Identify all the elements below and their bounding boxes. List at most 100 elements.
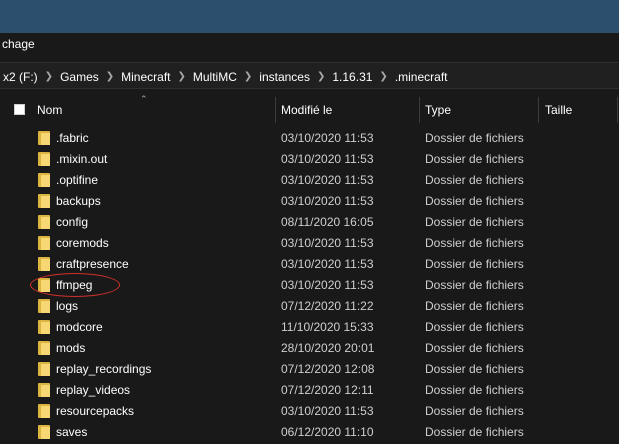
file-modified: 06/12/2020 11:10 — [281, 425, 374, 439]
file-modified: 07/12/2020 11:22 — [281, 299, 374, 313]
address-bar[interactable]: x2 (F:) ❯ Games ❯ Minecraft ❯ MultiMC ❯ … — [0, 62, 619, 89]
file-modified: 03/10/2020 11:53 — [281, 131, 374, 145]
file-modified: 03/10/2020 11:53 — [281, 194, 374, 208]
folder-icon — [38, 152, 50, 166]
breadcrumb-item-instances[interactable]: instances — [256, 70, 313, 84]
file-row[interactable]: replay_recordings 07/12/2020 12:08 Dossier… — [0, 359, 619, 380]
folder-icon — [38, 341, 50, 355]
breadcrumb-item-minecraft[interactable]: Minecraft — [118, 70, 173, 84]
file-type: Dossier de fichiers — [425, 236, 524, 250]
file-row[interactable]: .fabric 03/10/2020 11:53 Dossier de fichie… — [0, 128, 619, 149]
ribbon-tab-display[interactable]: chage — [2, 37, 35, 51]
file-name[interactable]: .fabric — [56, 131, 89, 145]
folder-icon — [38, 257, 50, 271]
file-name[interactable]: replay_videos — [56, 383, 130, 397]
file-modified: 03/10/2020 11:53 — [281, 257, 374, 271]
file-name[interactable]: resourcepacks — [56, 404, 134, 418]
file-type: Dossier de fichiers — [425, 215, 524, 229]
file-type: Dossier de fichiers — [425, 278, 524, 292]
file-row[interactable]: mods 28/10/2020 20:01 Dossier de fichiers — [0, 338, 619, 359]
file-name[interactable]: logs — [56, 299, 78, 313]
folder-icon — [38, 404, 50, 418]
folder-icon — [38, 215, 50, 229]
column-header-type[interactable]: Type — [425, 103, 451, 117]
select-all-checkbox[interactable] — [14, 104, 25, 115]
folder-icon — [38, 131, 50, 145]
chevron-right-icon[interactable]: ❯ — [102, 71, 118, 82]
folder-icon — [38, 299, 50, 313]
chevron-right-icon[interactable]: ❯ — [313, 71, 329, 82]
breadcrumb-item-multimc[interactable]: MultiMC — [190, 70, 240, 84]
file-row[interactable]: coremods 03/10/2020 11:53 Dossier de fichi… — [0, 233, 619, 254]
folder-icon — [38, 383, 50, 397]
ribbon: chage — [0, 33, 619, 55]
file-type: Dossier de fichiers — [425, 173, 524, 187]
file-type: Dossier de fichiers — [425, 383, 524, 397]
file-type: Dossier de fichiers — [425, 299, 524, 313]
window-titlebar — [0, 0, 619, 33]
file-row[interactable]: resourcepacks 03/10/2020 11:53 Dossier de … — [0, 401, 619, 422]
file-name[interactable]: backups — [56, 194, 101, 208]
file-row[interactable]: craftpresence 03/10/2020 11:53 Dossier de … — [0, 254, 619, 275]
column-header: ⌃ Nom Modifié le Type Taille — [0, 94, 619, 125]
file-type: Dossier de fichiers — [425, 404, 524, 418]
breadcrumb-item-dotminecraft[interactable]: .minecraft — [392, 70, 451, 84]
file-row[interactable]: logs 07/12/2020 11:22 Dossier de fichiers — [0, 296, 619, 317]
breadcrumb-item-version[interactable]: 1.16.31 — [329, 70, 375, 84]
folder-icon — [38, 425, 50, 439]
file-type: Dossier de fichiers — [425, 131, 524, 145]
file-row[interactable]: backups 03/10/2020 11:53 Dossier de fichie… — [0, 191, 619, 212]
column-header-modified[interactable]: Modifié le — [281, 103, 332, 117]
file-name[interactable]: .optifine — [56, 173, 98, 187]
breadcrumb-item-drive[interactable]: x2 (F:) — [0, 70, 41, 84]
chevron-right-icon[interactable]: ❯ — [375, 71, 391, 82]
annotation-circle — [30, 273, 120, 297]
file-row[interactable]: modcore 11/10/2020 15:33 Dossier de fichie… — [0, 317, 619, 338]
file-name[interactable]: saves — [56, 425, 87, 439]
column-divider[interactable] — [538, 97, 539, 123]
file-name[interactable]: .mixin.out — [56, 152, 107, 166]
folder-icon — [38, 236, 50, 250]
file-modified: 03/10/2020 11:53 — [281, 404, 374, 418]
file-type: Dossier de fichiers — [425, 362, 524, 376]
file-modified: 07/12/2020 12:08 — [281, 362, 375, 376]
chevron-right-icon[interactable]: ❯ — [174, 71, 190, 82]
file-name[interactable]: coremods — [56, 236, 109, 250]
file-modified: 08/11/2020 16:05 — [281, 215, 374, 229]
file-modified: 03/10/2020 11:53 — [281, 236, 374, 250]
file-modified: 11/10/2020 15:33 — [281, 320, 374, 334]
file-name[interactable]: mods — [56, 341, 85, 355]
file-row[interactable]: .optifine 03/10/2020 11:53 Dossier de fich… — [0, 170, 619, 191]
folder-icon — [38, 320, 50, 334]
file-row[interactable]: config 08/11/2020 16:05 Dossier de fichier… — [0, 212, 619, 233]
file-modified: 03/10/2020 11:53 — [281, 278, 374, 292]
file-name[interactable]: craftpresence — [56, 257, 129, 271]
file-type: Dossier de fichiers — [425, 257, 524, 271]
column-divider[interactable] — [419, 97, 420, 123]
folder-icon — [38, 194, 50, 208]
file-modified: 03/10/2020 11:53 — [281, 173, 374, 187]
chevron-right-icon[interactable]: ❯ — [41, 71, 57, 82]
chevron-right-icon[interactable]: ❯ — [240, 71, 256, 82]
column-divider[interactable] — [275, 97, 276, 123]
file-type: Dossier de fichiers — [425, 194, 524, 208]
file-type: Dossier de fichiers — [425, 341, 524, 355]
breadcrumb: x2 (F:) ❯ Games ❯ Minecraft ❯ MultiMC ❯ … — [0, 63, 451, 90]
file-type: Dossier de fichiers — [425, 425, 524, 439]
file-type: Dossier de fichiers — [425, 152, 524, 166]
file-name[interactable]: modcore — [56, 320, 103, 334]
file-row[interactable]: replay_videos 07/12/2020 12:11 Dossier de … — [0, 380, 619, 401]
file-row[interactable]: .mixin.out 03/10/2020 11:53 Dossier de fic… — [0, 149, 619, 170]
file-type: Dossier de fichiers — [425, 320, 524, 334]
folder-icon — [38, 362, 50, 376]
folder-icon — [38, 173, 50, 187]
file-modified: 28/10/2020 20:01 — [281, 341, 375, 355]
file-name[interactable]: config — [56, 215, 88, 229]
file-row[interactable]: saves 06/12/2020 11:10 Dossier de fichiers — [0, 422, 619, 443]
file-modified: 03/10/2020 11:53 — [281, 152, 374, 166]
column-header-size[interactable]: Taille — [545, 103, 572, 117]
file-name[interactable]: replay_recordings — [56, 362, 151, 376]
column-divider[interactable] — [617, 97, 618, 123]
column-header-name[interactable]: Nom — [37, 103, 62, 117]
breadcrumb-item-games[interactable]: Games — [57, 70, 102, 84]
